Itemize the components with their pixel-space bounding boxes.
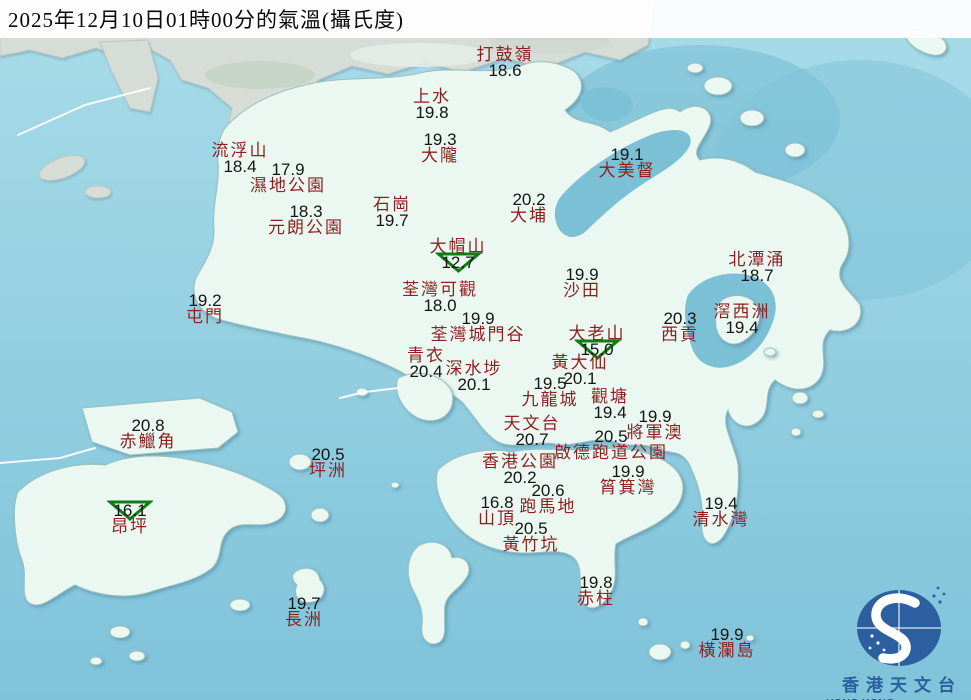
station: 19.4清水灣 [693,496,750,528]
title-bar: 2025年12月10日01時00分的氣溫(攝氏度) [0,0,971,38]
station-temperature-value: 16.8 [480,495,513,511]
station-temperature-value: 19.9 [611,464,644,480]
station-temperature-value: 19.5 [533,376,566,392]
station-name-label: 荃灣城門谷 [431,327,526,343]
station-name-label: 筲箕灣 [600,480,657,496]
station: 上水19.8 [413,89,451,121]
station: 16.1昂坪 [111,503,149,535]
station: 觀塘19.4 [591,389,629,421]
station: 19.2屯門 [186,293,224,325]
station-name-label: 黃竹坑 [503,537,560,553]
station-temperature-value: 19.8 [579,575,612,591]
station-temperature-value: 19.7 [287,596,320,612]
station-name-label: 濕地公園 [250,178,326,194]
green-triangle-marker-icon [107,500,153,521]
station-temperature-value: 18.7 [740,268,773,284]
station-temperature-value: 20.5 [311,447,344,463]
station-temperature-value: 20.5 [594,429,627,445]
station: 19.9橫瀾島 [699,627,756,659]
station-temperature-value: 19.9 [710,627,743,643]
station: 19.7長洲 [285,596,323,628]
station-temperature-value: 16.1 [113,503,146,519]
station-name-label: 長洲 [285,612,323,628]
station-temperature-value: 18.3 [289,204,322,220]
station-name-label: 赤柱 [577,591,615,607]
station-name-label: 赤鱲角 [120,434,177,450]
station: 20.2大埔 [510,192,548,224]
station: 19.9荃灣城門谷 [431,311,526,343]
station: 打鼓嶺18.6 [477,47,534,79]
station: 20.5坪洲 [309,447,347,479]
station: 19.9筲箕灣 [600,464,657,496]
station-temperature-value: 18.6 [488,63,521,79]
station-temperature-value: 20.1 [457,377,490,393]
station: 19.9沙田 [563,267,601,299]
station-name-label: 沙田 [563,283,601,299]
station: 北潭涌18.7 [729,252,786,284]
station-temperature-value: 20.2 [512,192,545,208]
station: 18.3元朗公園 [268,204,344,236]
station: 石崗19.7 [373,197,411,229]
station: 深水埗20.1 [446,361,503,393]
station: 20.3西貢 [661,311,699,343]
station: 青衣20.4 [407,348,445,380]
station: 20.5啟德跑道公園 [554,429,668,461]
station-name-label: 九龍城 [522,392,579,408]
station-name-label: 大美督 [599,163,656,179]
station-temperature-value: 20.8 [131,418,164,434]
station-temperature-value: 17.9 [271,162,304,178]
station-temperature-value: 20.3 [663,311,696,327]
station-temperature-value: 19.2 [188,293,221,309]
station: 19.8赤柱 [577,575,615,607]
page-title: 2025年12月10日01時00分的氣溫(攝氏度) [8,4,404,34]
station-temperature-value: 12.7 [441,255,474,271]
station-name-label: 啟德跑道公園 [554,445,668,461]
observatory-name-chinese: 香港天文台 [835,671,962,696]
station: 19.5九龍城 [522,376,579,408]
station-name-label: 昂坪 [111,519,149,535]
green-triangle-marker-icon [435,252,481,273]
station-temperature-value: 19.9 [638,409,671,425]
station-temperature-value: 19.1 [610,147,643,163]
temperature-map-screen: 2025年12月10日01時00分的氣溫(攝氏度) 打鼓嶺18.6上水19.81… [0,0,971,700]
station-name-label: 跑馬地 [520,499,577,515]
station-temperature-value: 19.4 [593,405,626,421]
station: 19.1大美督 [599,147,656,179]
station-name-label: 清水灣 [693,512,750,528]
station: 20.5黃竹坑 [503,521,560,553]
station-name-label: 橫瀾島 [699,643,756,659]
station-temperature-value: 20.6 [531,483,564,499]
station-name-label: 坪洲 [309,463,347,479]
station-temperature-value: 19.9 [461,311,494,327]
station-temperature-value: 19.9 [565,267,598,283]
station-temperature-value: 19.4 [725,320,758,336]
station-temperature-value: 20.7 [515,432,548,448]
station: 20.6跑馬地 [520,483,577,515]
station-temperature-value: 20.4 [409,364,442,380]
station-temperature-value: 19.7 [375,213,408,229]
observatory-logo: 香港天文台 HONG KONG OBSERVATORY [826,584,971,700]
station-name-label: 屯門 [186,309,224,325]
station: 天文台20.7 [504,416,561,448]
station-temperature-value: 20.5 [514,521,547,537]
station-temperature-value: 19.8 [415,105,448,121]
station-name-label: 西貢 [661,327,699,343]
station: 滘西洲19.4 [714,304,771,336]
station-name-label: 元朗公園 [268,220,344,236]
station-temperature-value: 19.3 [423,132,456,148]
station: 20.8赤鱲角 [120,418,177,450]
station: 17.9濕地公園 [250,162,326,194]
station: 19.3大隴 [421,132,459,164]
station: 大帽山12.7 [430,239,487,271]
station-name-label: 大埔 [510,208,548,224]
station-name-label: 大隴 [421,148,459,164]
station-temperature-value: 19.4 [704,496,737,512]
